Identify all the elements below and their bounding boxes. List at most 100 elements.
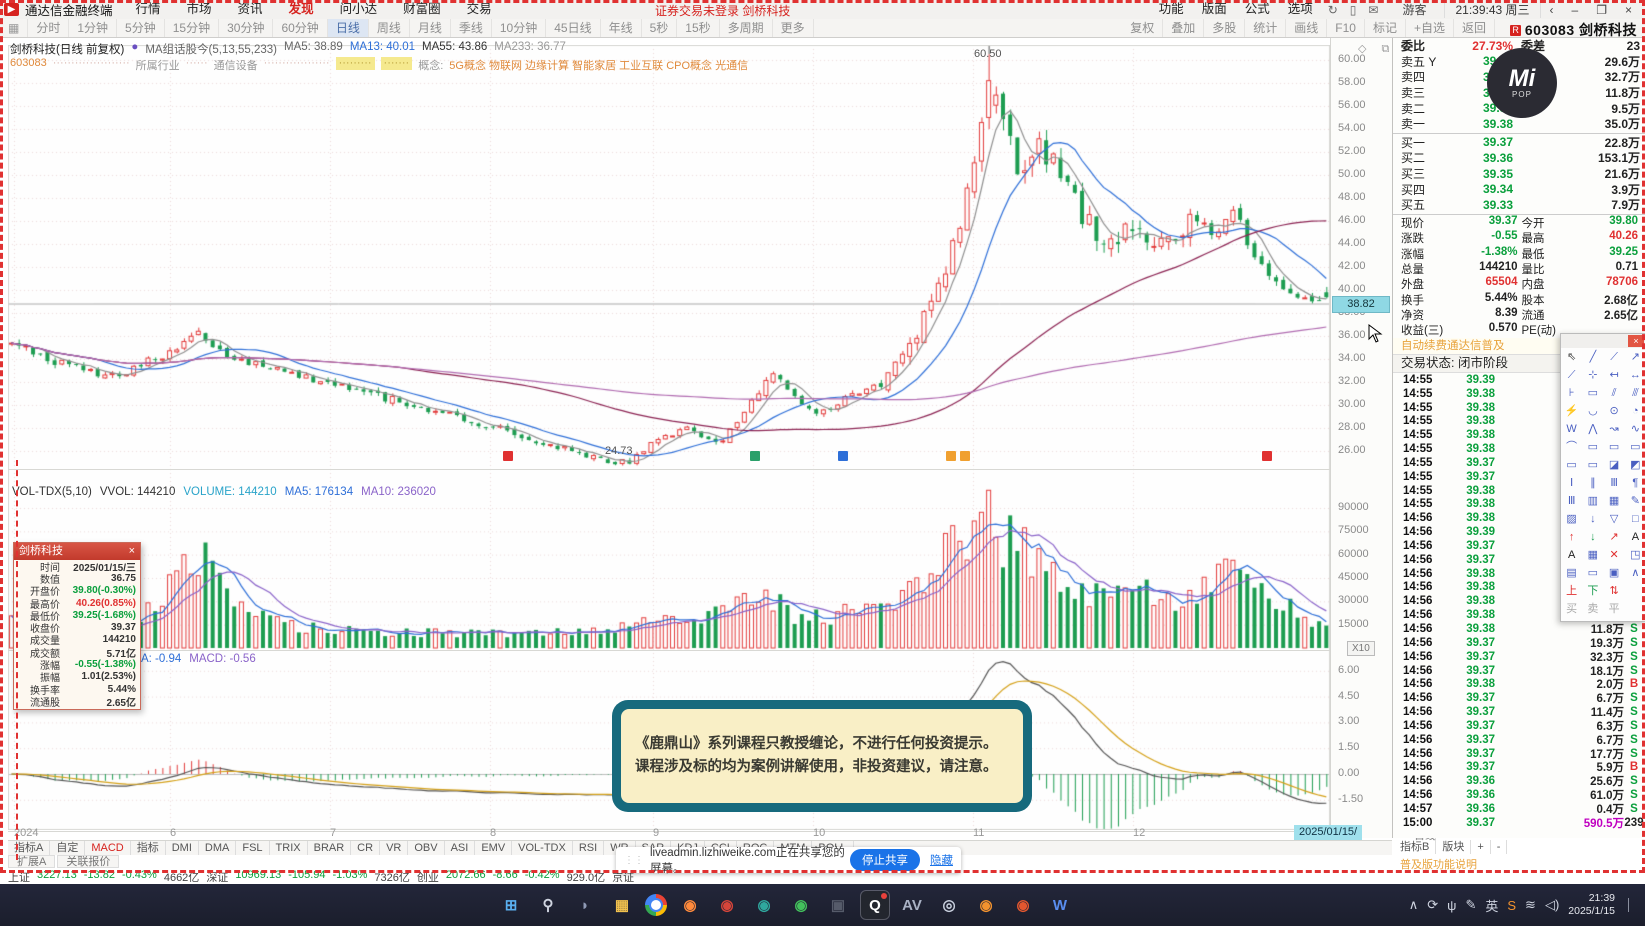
drawing-tool[interactable] xyxy=(1625,600,1645,618)
tab-MACD[interactable]: MACD xyxy=(85,841,131,855)
menu-选项[interactable]: 选项 xyxy=(1279,0,1322,19)
drawing-tool[interactable]: ∿ xyxy=(1625,420,1645,438)
event-marker[interactable] xyxy=(1262,451,1272,461)
bid-row[interactable]: 买四 39.34 3.9万 xyxy=(1393,181,1645,197)
event-marker[interactable] xyxy=(838,451,848,461)
event-marker[interactable] xyxy=(750,451,760,461)
ask-row[interactable]: 卖一 39.38 35.0万 xyxy=(1393,116,1645,132)
period-多周期[interactable]: 多周期 xyxy=(720,19,773,37)
tab-VOL-TDX[interactable]: VOL-TDX xyxy=(512,841,573,855)
taskbar-file-explorer-icon[interactable]: ▦ xyxy=(608,891,636,919)
period-月线[interactable]: 月线 xyxy=(410,19,451,37)
hide-share-link[interactable]: 隐藏 xyxy=(930,852,953,868)
tool-返回[interactable]: 返回 xyxy=(1454,19,1495,37)
period-更多[interactable]: 更多 xyxy=(773,19,814,37)
event-marker[interactable] xyxy=(946,451,956,461)
drawing-tool[interactable]: W xyxy=(1561,420,1582,438)
period-1分钟[interactable]: 1分钟 xyxy=(69,19,118,37)
drawing-tool[interactable]: 买 xyxy=(1561,600,1582,618)
message-icon[interactable]: ✉ xyxy=(1362,3,1384,17)
drawing-tool[interactable]: ↤ xyxy=(1604,366,1625,384)
tab-+[interactable]: + xyxy=(1471,840,1491,854)
menu-发现[interactable]: 发现 xyxy=(276,0,327,19)
period-5秒[interactable]: 5秒 xyxy=(642,19,678,37)
tray-stylus[interactable]: ✎ xyxy=(1465,897,1476,913)
taskbar-clock[interactable]: 21:39 2025/1/15 xyxy=(1568,892,1615,918)
tab-CR[interactable]: CR xyxy=(351,841,381,855)
taskbar-stock-app-icon[interactable]: ◉ xyxy=(750,891,778,919)
drawing-tool[interactable]: A xyxy=(1625,528,1645,546)
taskbar-start-icon[interactable]: ⊞ xyxy=(497,891,525,919)
drawing-tool[interactable]: ⊙ xyxy=(1604,402,1625,420)
drawing-tool[interactable]: ▦ xyxy=(1582,546,1603,564)
tab-RSI[interactable]: RSI xyxy=(573,841,605,855)
taskbar-copilot-icon[interactable]: ◗ xyxy=(571,891,599,919)
drawing-tool[interactable]: ↗ xyxy=(1604,528,1625,546)
tray-microphone[interactable]: ψ xyxy=(1447,898,1456,913)
menu-行情[interactable]: 行情 xyxy=(123,0,174,19)
tool-统计[interactable]: 统计 xyxy=(1245,19,1287,37)
drawing-tool[interactable]: ▭ xyxy=(1561,456,1582,474)
drawing-tool[interactable]: ▤ xyxy=(1561,564,1582,582)
tab-VR[interactable]: VR xyxy=(380,841,409,855)
taskbar-netease-music-icon[interactable]: ◉ xyxy=(713,891,741,919)
period-日线[interactable]: 日线 xyxy=(327,19,369,37)
drawing-tool[interactable]: 卖 xyxy=(1582,600,1603,618)
drawing-tool[interactable]: ⌒ xyxy=(1561,438,1582,456)
event-marker[interactable] xyxy=(503,451,513,461)
bid-row[interactable]: 买三 39.35 21.6万 xyxy=(1393,166,1645,182)
drawing-tool[interactable]: □ xyxy=(1625,510,1645,528)
taskbar-security-icon[interactable]: ◉ xyxy=(1009,891,1037,919)
drawing-tool[interactable] xyxy=(1625,582,1645,600)
drawing-tool[interactable]: ▭ xyxy=(1625,438,1645,456)
drawing-tool[interactable]: ⟋ xyxy=(1604,348,1625,366)
tool-标记[interactable]: 标记 xyxy=(1365,19,1406,37)
link-关联报价[interactable]: 关联报价 xyxy=(57,855,120,868)
drawing-tool[interactable]: ↓ xyxy=(1582,528,1603,546)
tool-叠加[interactable]: 叠加 xyxy=(1163,19,1205,37)
feedback-icon[interactable]: ▯ xyxy=(1344,3,1363,17)
close-icon[interactable]: × xyxy=(129,543,135,560)
drawing-tool[interactable]: ╱ xyxy=(1582,348,1603,366)
taskbar-qq-icon[interactable]: Q xyxy=(860,890,890,920)
user-label[interactable]: 游客 xyxy=(1384,1,1444,18)
period-15秒[interactable]: 15秒 xyxy=(677,19,720,37)
drawing-tool[interactable]: ↗ xyxy=(1625,348,1645,366)
minimize-button[interactable]: – xyxy=(1563,3,1588,17)
drawing-tool[interactable]: ⫻ xyxy=(1625,384,1645,402)
tab-版块[interactable]: 版块 xyxy=(1436,840,1472,854)
taskbar-obs-icon[interactable]: ▣ xyxy=(824,891,852,919)
popup-header[interactable]: 剑桥科技 × xyxy=(14,543,140,560)
drawing-tool[interactable]: ▭ xyxy=(1582,438,1603,456)
drawing-tool[interactable]: ✎ xyxy=(1625,492,1645,510)
taskbar-word-icon[interactable]: W xyxy=(1046,891,1074,919)
drawing-tool[interactable]: ▣ xyxy=(1604,564,1625,582)
bid-row[interactable]: 买二 39.36 153.1万 xyxy=(1393,150,1645,166)
period-30分钟[interactable]: 30分钟 xyxy=(219,19,274,37)
drawing-tool[interactable]: ▭ xyxy=(1604,438,1625,456)
menu-版面[interactable]: 版面 xyxy=(1193,0,1236,19)
period-45日线[interactable]: 45日线 xyxy=(546,19,601,37)
taskbar-hexin-icon[interactable]: ◉ xyxy=(972,891,1000,919)
drawing-tool[interactable]: ▭ xyxy=(1582,564,1603,582)
tab-OBV[interactable]: OBV xyxy=(408,841,445,855)
period-年线[interactable]: 年线 xyxy=(601,19,642,37)
bid-row[interactable]: 买一 39.37 22.8万 xyxy=(1393,135,1645,151)
drawing-tool[interactable]: ↓ xyxy=(1582,510,1603,528)
drawing-tool[interactable]: ◳ xyxy=(1625,546,1645,564)
tray-lang-indicator[interactable]: 英 xyxy=(1485,896,1498,915)
drawing-tool[interactable]: ⚡ xyxy=(1561,402,1582,420)
tab-指标[interactable]: 指标 xyxy=(131,841,166,855)
tab-TRIX[interactable]: TRIX xyxy=(270,841,308,855)
close-icon[interactable]: × xyxy=(1628,335,1644,347)
taskbar-browser-icon[interactable]: ◎ xyxy=(935,891,963,919)
taskbar-chrome-icon[interactable] xyxy=(645,894,667,916)
tool-F10[interactable]: F10 xyxy=(1327,19,1365,37)
menu-功能[interactable]: 功能 xyxy=(1150,0,1193,19)
refresh-icon[interactable]: ↻ xyxy=(1322,3,1344,17)
tab-BRAR[interactable]: BRAR xyxy=(308,841,352,855)
drawing-tool[interactable]: ⇅ xyxy=(1604,582,1625,600)
tab--[interactable]: - xyxy=(1491,840,1508,854)
drawing-tool[interactable]: ✕ xyxy=(1604,546,1625,564)
period-10分钟[interactable]: 10分钟 xyxy=(492,19,547,37)
